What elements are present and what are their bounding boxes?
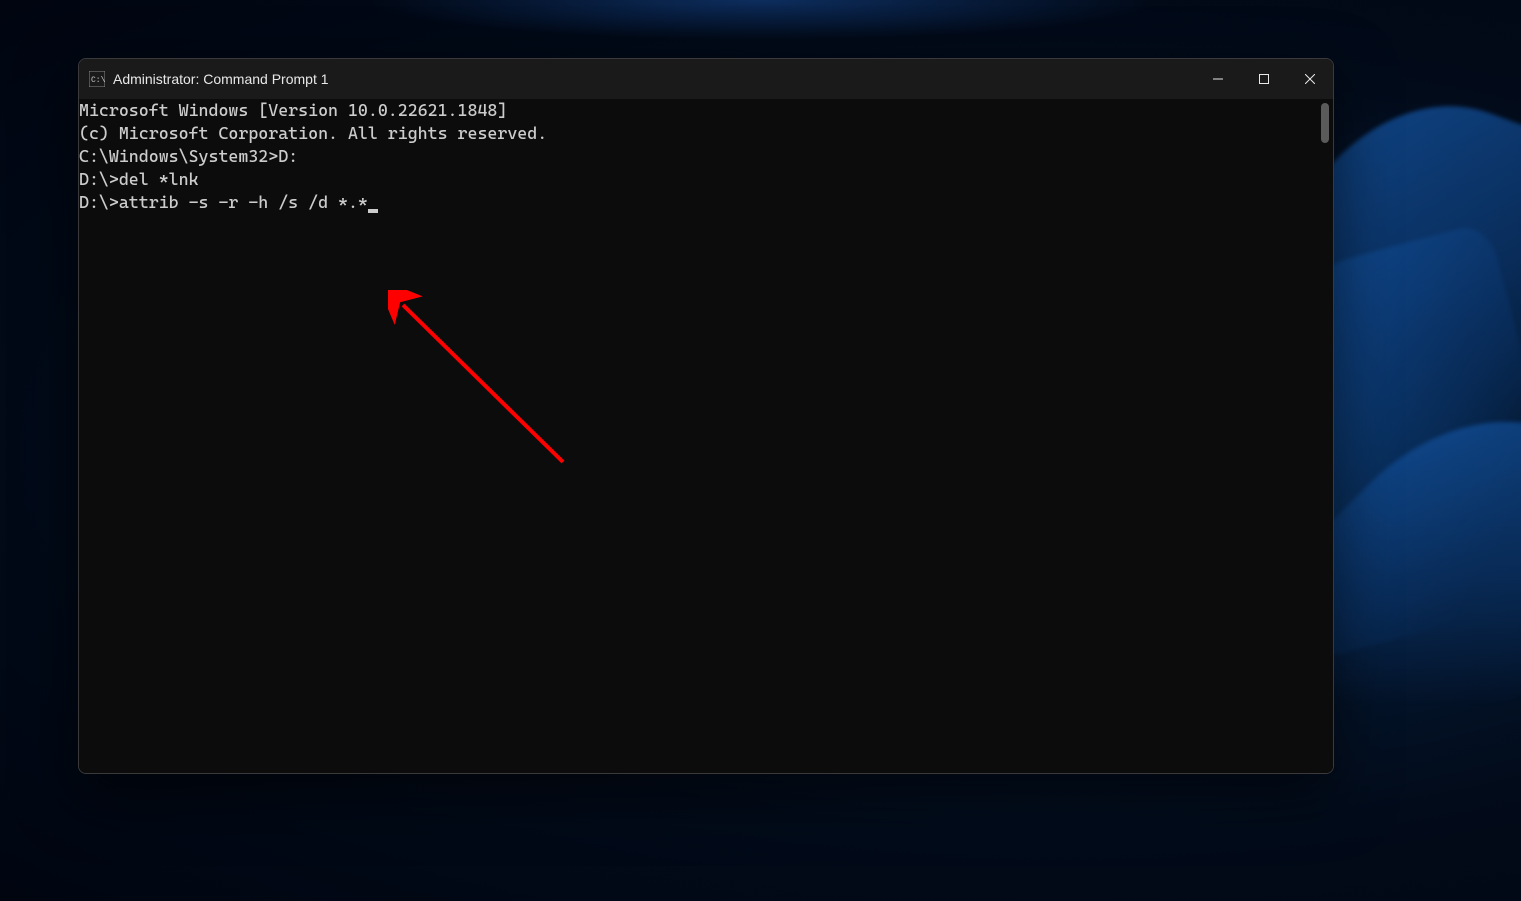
close-button[interactable] [1287, 59, 1333, 99]
terminal-line: C:\Windows\System32>D: [79, 145, 1317, 168]
command-prompt-window: C:\ Administrator: Command Prompt 1 [78, 58, 1334, 774]
terminal-command: attrib -s -r -h /s /d *.* [119, 192, 368, 212]
terminal-line: (c) Microsoft Corporation. All rights re… [79, 122, 1317, 145]
bg-top-glow [361, 0, 1161, 40]
window-title: Administrator: Command Prompt 1 [113, 71, 1195, 87]
maximize-button[interactable] [1241, 59, 1287, 99]
terminal-cursor [368, 209, 378, 213]
minimize-button[interactable] [1195, 59, 1241, 99]
scrollbar-thumb[interactable] [1321, 103, 1329, 143]
terminal-body[interactable]: Microsoft Windows [Version 10.0.22621.18… [79, 99, 1333, 773]
terminal-current-line: D:\>attrib -s -r -h /s /d *.* [79, 191, 1317, 214]
window-titlebar[interactable]: C:\ Administrator: Command Prompt 1 [79, 59, 1333, 99]
terminal-line: Microsoft Windows [Version 10.0.22621.18… [79, 99, 1317, 122]
window-controls [1195, 59, 1333, 99]
terminal-content[interactable]: Microsoft Windows [Version 10.0.22621.18… [79, 99, 1317, 773]
terminal-line: D:\>del *lnk [79, 168, 1317, 191]
svg-text:C:\: C:\ [91, 76, 105, 85]
cmd-icon: C:\ [89, 71, 105, 87]
terminal-prompt: D:\> [79, 192, 119, 212]
scrollbar-track[interactable] [1317, 99, 1333, 773]
